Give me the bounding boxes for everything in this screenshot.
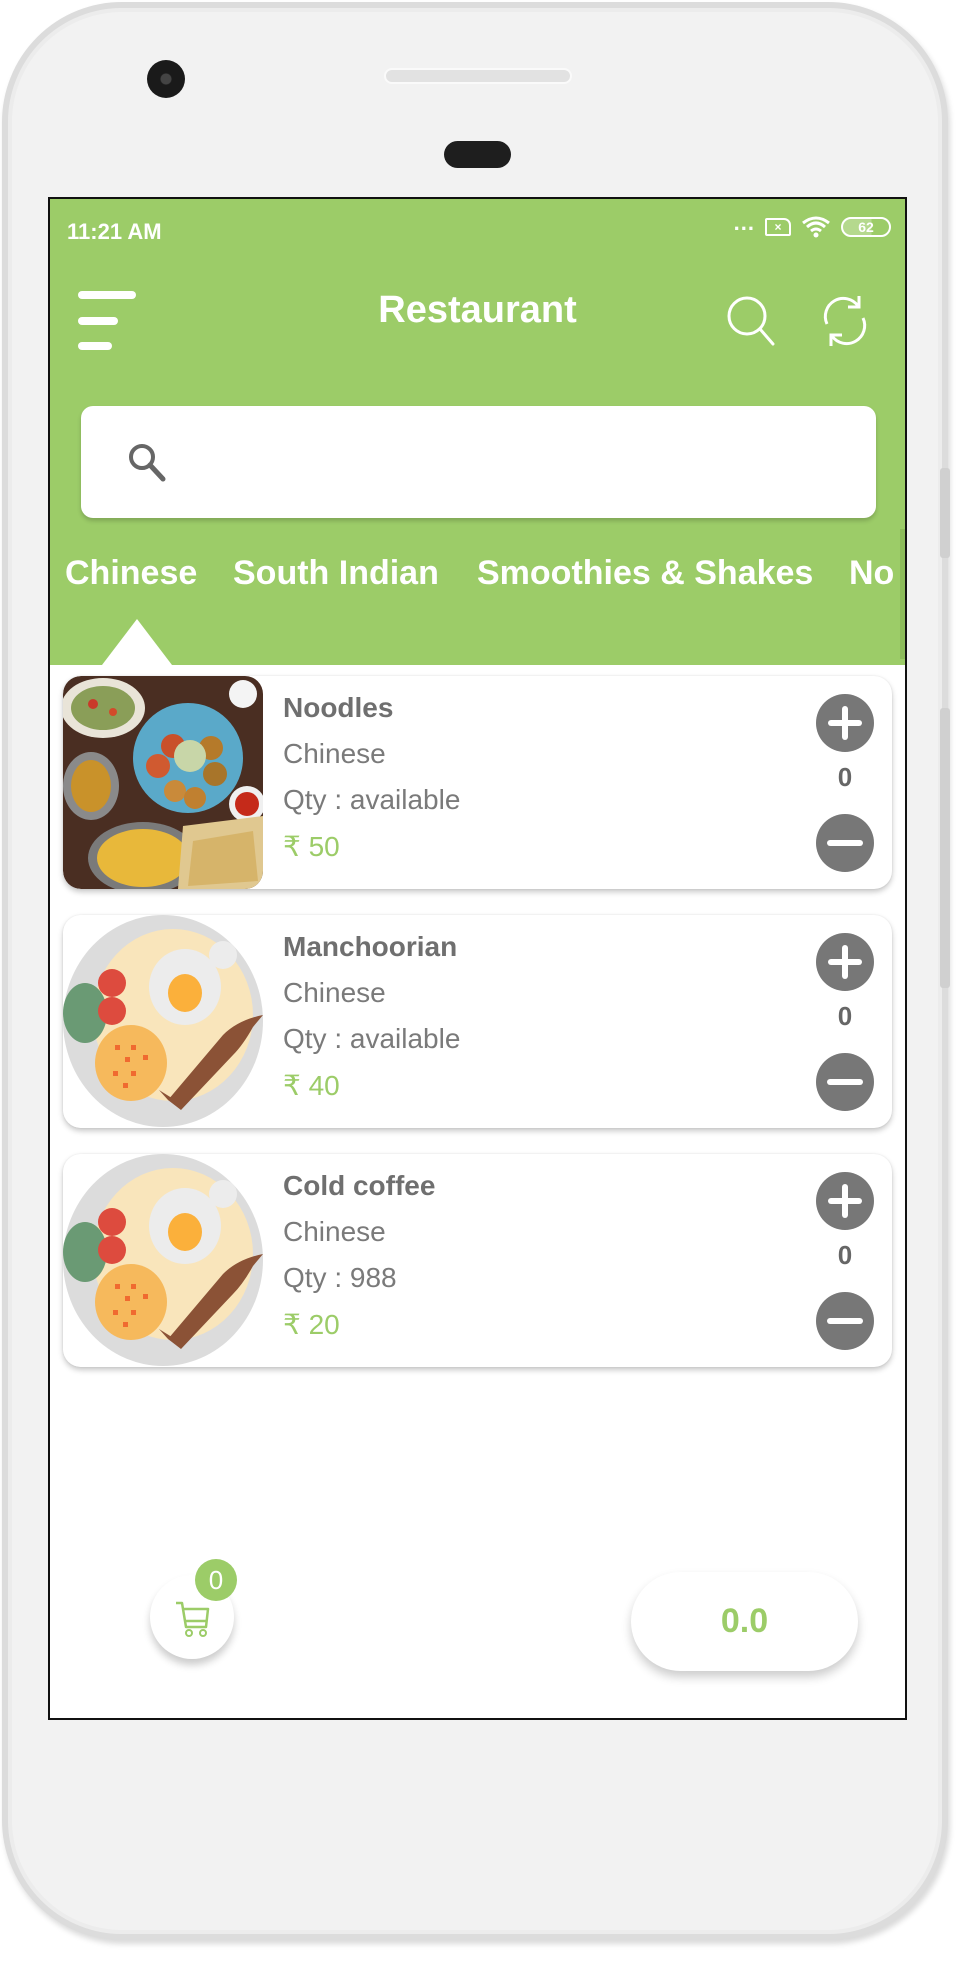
increment-button[interactable] <box>816 694 874 752</box>
item-category: Chinese <box>283 1216 386 1247</box>
category-tabs: Chinese South Indian Smoothies & Shakes … <box>50 544 905 664</box>
refresh-icon <box>823 296 867 346</box>
increment-button[interactable] <box>816 933 874 991</box>
tab-smoothies-shakes[interactable]: Smoothies & Shakes <box>477 554 813 593</box>
plus-icon <box>828 1184 862 1218</box>
item-price: ₹ 50 <box>283 831 340 862</box>
item-quantity-count: 0 <box>837 762 853 792</box>
earpiece-speaker <box>384 68 572 84</box>
no-sim-icon: × <box>765 218 791 236</box>
decrement-button[interactable] <box>816 1053 874 1111</box>
item-qty: Qty : available <box>283 1023 461 1054</box>
item-name: Cold coffee <box>283 1170 436 1201</box>
cart-count-badge: 0 <box>195 1559 237 1601</box>
hamburger-line <box>78 342 112 350</box>
item-price: ₹ 40 <box>283 1070 340 1101</box>
app-header: 11:21 AM ... × 62 Restaurant Chinese Sou… <box>50 199 905 665</box>
tabs-scrollbar[interactable] <box>900 529 905 659</box>
item-qty: Qty : available <box>283 784 461 815</box>
item-name: Noodles <box>283 692 394 723</box>
item-quantity-count: 0 <box>837 1240 853 1270</box>
item-category: Chinese <box>283 977 386 1008</box>
decrement-button[interactable] <box>816 1292 874 1350</box>
decrement-button[interactable] <box>816 814 874 872</box>
item-quantity-count: 0 <box>837 1001 853 1031</box>
minus-icon <box>827 1079 863 1085</box>
wifi-icon <box>802 216 830 238</box>
search-icon <box>129 444 166 482</box>
search-input[interactable] <box>181 406 855 520</box>
list-item: Noodles Chinese Qty : available ₹ 50 0 <box>63 676 892 889</box>
food-plate-illustration <box>63 1154 263 1367</box>
search-bar[interactable] <box>81 406 876 520</box>
item-qty: Qty : 988 <box>283 1262 397 1293</box>
list-item: Cold coffee Chinese Qty : 988 ₹ 20 0 <box>63 1154 892 1367</box>
status-time: 11:21 AM <box>67 219 162 244</box>
tab-partial-next[interactable]: No <box>849 554 894 593</box>
increment-button[interactable] <box>816 1172 874 1230</box>
plus-icon <box>828 945 862 979</box>
refresh-button[interactable] <box>818 294 872 348</box>
plus-icon <box>828 706 862 740</box>
item-name: Manchoorian <box>283 931 458 962</box>
minus-icon <box>827 1318 863 1324</box>
more-notifications-icon: ... <box>733 210 755 235</box>
status-icons: ... × 62 <box>734 210 891 239</box>
proximity-sensor <box>444 141 511 168</box>
search-button[interactable] <box>725 294 779 348</box>
power-button <box>940 708 950 988</box>
food-spread-photo <box>63 676 263 889</box>
battery-icon: 62 <box>841 217 891 237</box>
minus-icon <box>827 840 863 846</box>
volume-button <box>940 468 950 558</box>
food-plate-illustration <box>63 915 263 1128</box>
cart-total-button[interactable]: 0.0 <box>631 1572 858 1671</box>
tab-south-indian[interactable]: South Indian <box>233 554 439 593</box>
search-icon <box>727 296 775 346</box>
selected-tab-indicator <box>102 619 172 665</box>
item-category: Chinese <box>283 738 386 769</box>
item-price: ₹ 20 <box>283 1309 340 1340</box>
front-camera <box>147 60 185 98</box>
tab-chinese[interactable]: Chinese <box>65 554 197 593</box>
list-item: Manchoorian Chinese Qty : available ₹ 40… <box>63 915 892 1128</box>
app-screen: 11:21 AM ... × 62 Restaurant Chinese Sou… <box>48 197 907 1720</box>
